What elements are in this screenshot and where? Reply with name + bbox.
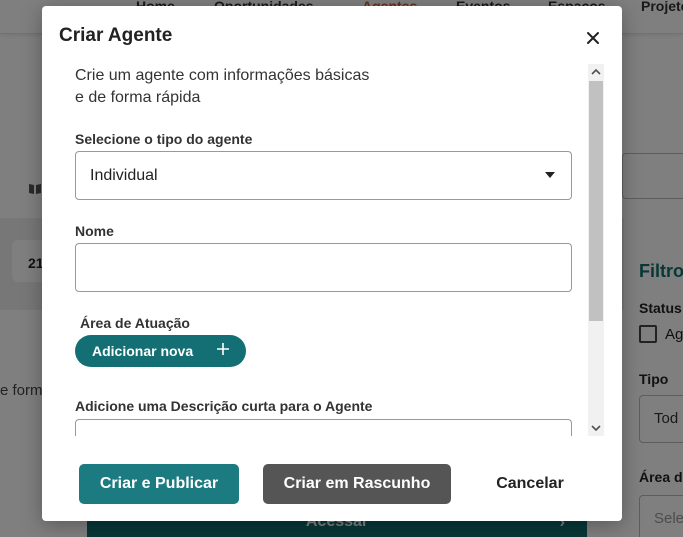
scroll-down-icon[interactable] (588, 420, 604, 436)
scroll-up-icon[interactable] (588, 64, 604, 80)
agent-type-select[interactable]: Individual (75, 151, 572, 200)
modal-body: Crie um agente com informações básicas e… (42, 64, 622, 436)
intro-line-2: e de forma rápida (75, 89, 201, 106)
intro-line-1: Crie um agente com informações básicas (75, 67, 370, 84)
create-agent-modal: Criar Agente Crie um agente com informaç… (42, 6, 622, 521)
agent-type-label: Selecione o tipo do agente (75, 131, 253, 147)
plus-icon (217, 343, 229, 355)
add-area-button-label: Adicionar nova (92, 343, 194, 359)
area-label: Área de Atuação (80, 315, 190, 331)
add-area-button[interactable]: Adicionar nova (75, 335, 246, 367)
modal-scrollbar[interactable] (588, 64, 604, 436)
cancel-button[interactable]: Cancelar (472, 464, 588, 504)
name-label: Nome (75, 223, 114, 239)
modal-title: Criar Agente (59, 25, 173, 46)
description-label: Adicione uma Descrição curta para o Agen… (75, 398, 373, 414)
description-textarea[interactable] (75, 419, 572, 436)
scroll-thumb[interactable] (589, 81, 603, 321)
modal-intro: Crie um agente com informações básicas e… (75, 65, 415, 109)
name-input[interactable] (75, 243, 572, 292)
close-icon[interactable] (584, 29, 602, 47)
agent-type-value: Individual (90, 167, 158, 184)
caret-down-icon (545, 172, 555, 178)
create-draft-button[interactable]: Criar em Rascunho (263, 464, 451, 504)
create-publish-button[interactable]: Criar e Publicar (79, 464, 239, 504)
